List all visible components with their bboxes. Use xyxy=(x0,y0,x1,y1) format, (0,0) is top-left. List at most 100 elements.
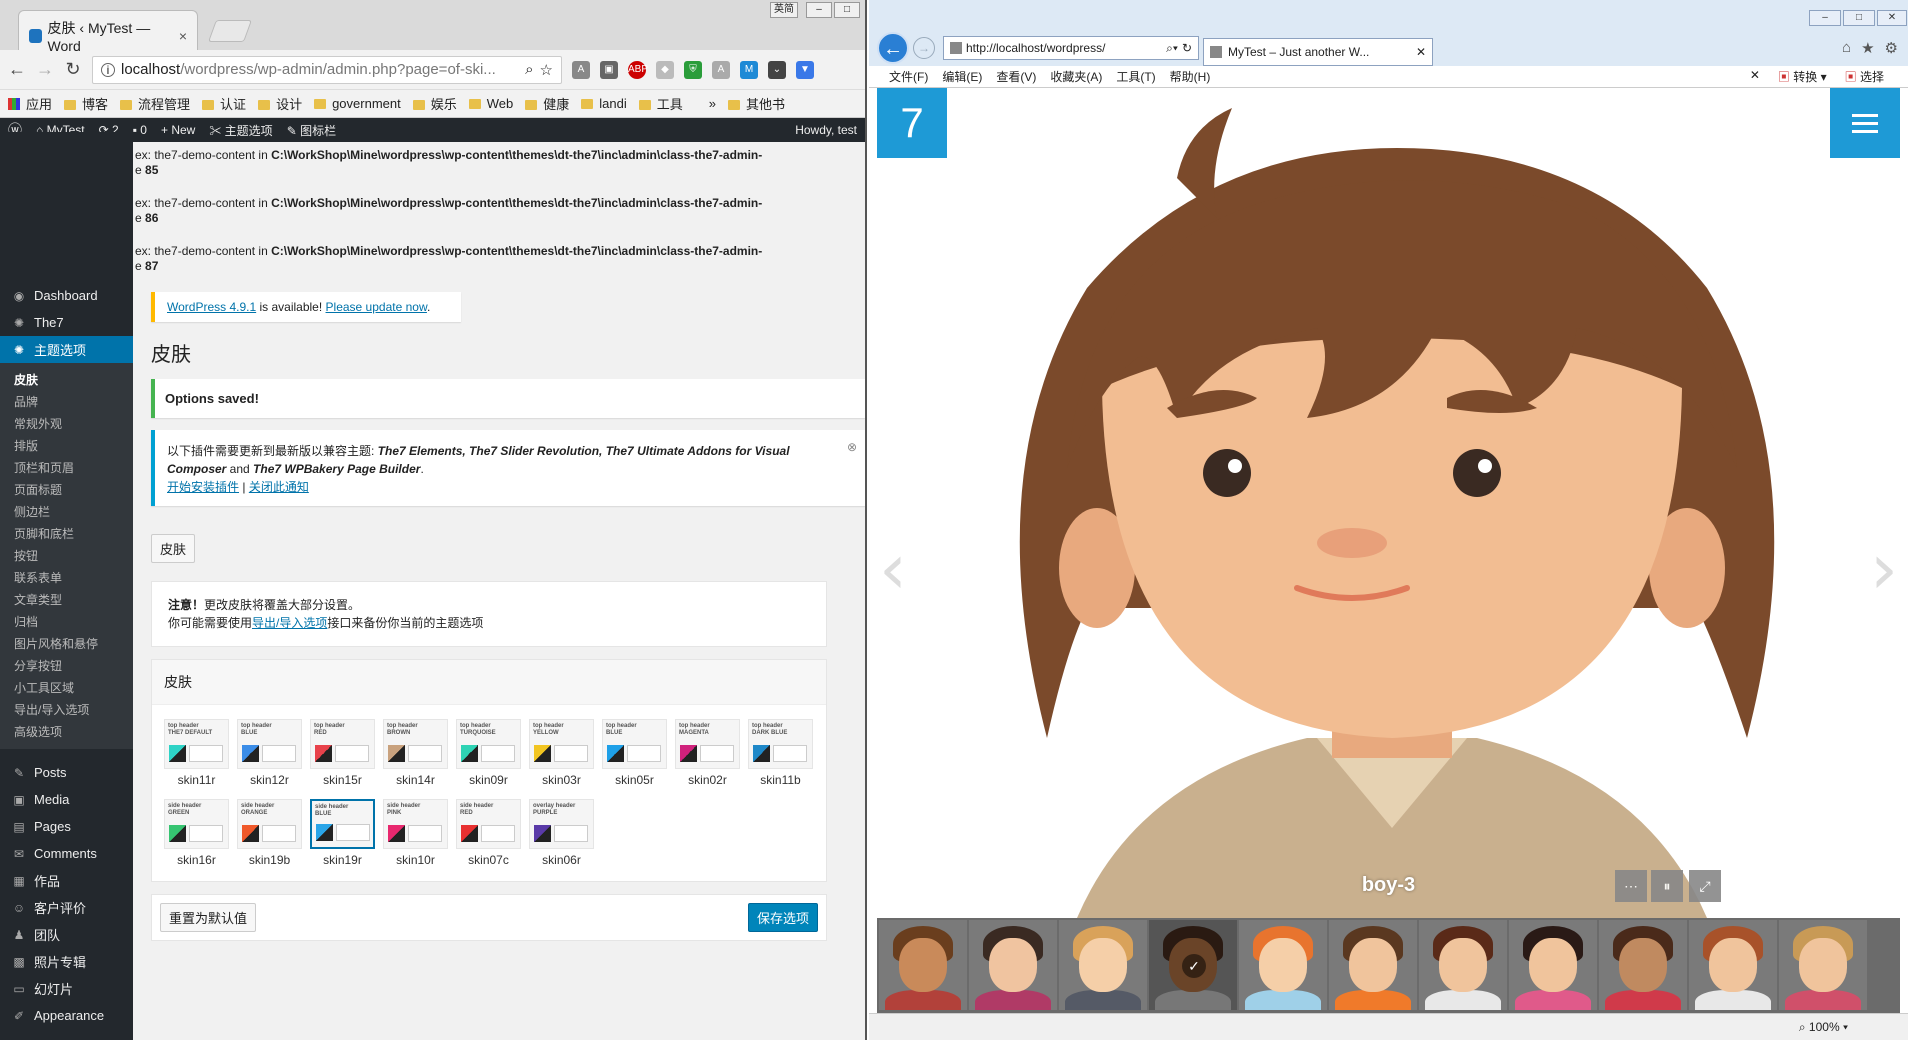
gear-icon[interactable]: ⚙ xyxy=(1885,39,1898,57)
submenu-item[interactable]: 顶栏和页眉 xyxy=(0,457,133,479)
prev-arrow-icon[interactable]: ‹ xyxy=(879,528,907,610)
skin-option[interactable]: top header DARK BLUE skin11b xyxy=(748,719,813,787)
submenu-item[interactable]: 侧边栏 xyxy=(0,501,133,523)
ext-icon[interactable]: ◆ xyxy=(656,60,674,79)
menu-testimonials[interactable]: ☺ 客户评价 xyxy=(0,894,133,921)
minimize-icon[interactable]: – xyxy=(1809,10,1841,26)
skin-option[interactable]: side header BLUE skin19r xyxy=(310,799,375,867)
version-link[interactable]: WordPress 4.9.1 xyxy=(167,300,256,314)
close-icon[interactable]: ✕ xyxy=(1877,10,1907,26)
forward-icon[interactable]: → xyxy=(36,59,54,80)
skin-option[interactable]: side header GREEN skin16r xyxy=(164,799,229,867)
pocket-icon[interactable]: ⌄ xyxy=(768,60,786,79)
gallery-thumbnail[interactable] xyxy=(969,920,1057,1010)
reset-defaults-button[interactable]: 重置为默认值 xyxy=(160,903,257,932)
zoom-level[interactable]: 100% xyxy=(1809,1020,1840,1034)
close-tab-icon[interactable]: ✕ xyxy=(1416,45,1426,59)
pause-icon[interactable]: ⏸ xyxy=(1651,870,1683,902)
menu-albums[interactable]: ▩ 照片专辑 xyxy=(0,948,133,975)
section-tab-skin[interactable]: 皮肤 xyxy=(151,534,196,563)
adblock-icon[interactable]: ABP xyxy=(628,60,648,79)
menu-comments[interactable]: ✉ Comments xyxy=(0,840,133,867)
gallery-thumbnail[interactable] xyxy=(1779,920,1867,1010)
minimize-icon[interactable]: – xyxy=(806,2,832,18)
menu-edit[interactable]: 编辑(E) xyxy=(942,68,982,85)
menu-appearance[interactable]: ✐ Appearance xyxy=(0,1002,133,1029)
submenu-item[interactable]: 导出/导入选项 xyxy=(0,699,133,721)
bookmark-folder[interactable]: 娱乐 xyxy=(412,94,457,113)
gallery-thumbnail[interactable] xyxy=(1599,920,1687,1010)
export-import-link[interactable]: 导出/导入选项 xyxy=(252,616,327,630)
menu-team[interactable]: ♟ 团队 xyxy=(0,921,133,948)
skin-option[interactable]: top header BLUE skin05r xyxy=(602,719,667,787)
skin-option[interactable]: top header THE7 DEFAULT skin11r xyxy=(164,719,229,787)
menu-pages[interactable]: ▤ Pages xyxy=(0,813,133,840)
update-now-link[interactable]: Please update now xyxy=(326,300,427,314)
submenu-item[interactable]: 常规外观 xyxy=(0,413,133,435)
ext-icon[interactable]: ▼ xyxy=(796,60,814,79)
menu-slideshows[interactable]: ▭ 幻灯片 xyxy=(0,975,133,1002)
reload-icon[interactable]: ↻ xyxy=(64,59,82,80)
submenu-item[interactable]: 按钮 xyxy=(0,545,133,567)
new-tab-button[interactable] xyxy=(207,20,253,42)
maximize-icon[interactable]: □ xyxy=(834,2,860,18)
select-button[interactable]: ▣ 选择 xyxy=(1845,68,1884,85)
skin-option[interactable]: top header RED skin15r xyxy=(310,719,375,787)
angular-ext-icon[interactable]: A xyxy=(572,60,590,79)
gallery-thumbnail[interactable]: ✓ xyxy=(1149,920,1237,1010)
submenu-item[interactable]: 分享按钮 xyxy=(0,655,133,677)
skin-option[interactable]: overlay header PURPLE skin06r xyxy=(529,799,594,867)
skin-option[interactable]: top header BROWN skin14r xyxy=(383,719,448,787)
star-icon[interactable]: ★ xyxy=(1861,39,1874,57)
address-bar[interactable]: i localhost/wordpress/wp-admin/admin.php… xyxy=(92,55,562,84)
menu-view[interactable]: 查看(V) xyxy=(996,68,1036,85)
gallery-thumbnail[interactable] xyxy=(1329,920,1417,1010)
home-icon[interactable]: ⌂ xyxy=(1842,39,1851,57)
menu-dashboard[interactable]: ◉ Dashboard xyxy=(0,282,133,309)
skin-option[interactable]: side header PINK skin10r xyxy=(383,799,448,867)
menu-the7[interactable]: ✺ The7 xyxy=(0,309,133,336)
skin-option[interactable]: side header ORANGE skin19b xyxy=(237,799,302,867)
bookmark-folder[interactable]: 工具 xyxy=(638,94,683,113)
bookmark-folder[interactable]: 流程管理 xyxy=(120,94,190,113)
menu-portfolio[interactable]: ▦ 作品 xyxy=(0,867,133,894)
ext-icon[interactable]: M xyxy=(740,60,758,79)
bookmark-folder[interactable]: landi xyxy=(581,96,627,111)
gallery-thumbnail[interactable] xyxy=(1419,920,1507,1010)
gallery-thumbnail[interactable] xyxy=(1509,920,1597,1010)
next-arrow-icon[interactable]: › xyxy=(1870,528,1898,610)
angular-ext-icon[interactable]: A xyxy=(712,60,730,79)
ie-address-bar[interactable]: http://localhost/wordpress/ ⌕▾ ↻ xyxy=(943,36,1199,60)
forward-icon[interactable]: → xyxy=(913,37,935,59)
bookmark-folder[interactable]: Web xyxy=(468,96,513,111)
submenu-item[interactable]: 联系表单 xyxy=(0,567,133,589)
bookmark-folder[interactable]: government xyxy=(314,96,401,111)
bookmark-apps[interactable]: 应用 xyxy=(8,94,52,113)
menu-media[interactable]: ▣ Media xyxy=(0,786,133,813)
skin-option[interactable]: top header BLUE skin12r xyxy=(237,719,302,787)
menu-tools[interactable]: 工具(T) xyxy=(1116,68,1155,85)
bookmark-folder[interactable]: 博客 xyxy=(64,94,108,113)
install-plugins-link[interactable]: 开始安装插件 xyxy=(167,480,239,494)
close-tab-icon[interactable]: × xyxy=(179,28,187,44)
star-icon[interactable]: ☆ xyxy=(540,61,553,79)
fullscreen-icon[interactable]: ⤢ xyxy=(1689,870,1721,902)
menu-posts[interactable]: ✎ Posts xyxy=(0,759,133,786)
skin-option[interactable]: side header RED skin07c xyxy=(456,799,521,867)
bookmark-folder[interactable]: 健康 xyxy=(525,94,569,113)
submenu-item[interactable]: 排版 xyxy=(0,435,133,457)
menu-theme-options[interactable]: ✺ 主题选项 xyxy=(0,336,133,363)
menu-favorites[interactable]: 收藏夹(A) xyxy=(1050,68,1102,85)
close-bar-icon[interactable]: ✕ xyxy=(1750,68,1760,85)
save-options-button[interactable]: 保存选项 xyxy=(747,903,818,932)
submenu-item[interactable]: 页面标题 xyxy=(0,479,133,501)
menu-help[interactable]: 帮助(H) xyxy=(1170,68,1211,85)
site-logo[interactable]: 7 xyxy=(877,88,947,158)
menu-icon[interactable] xyxy=(1830,88,1900,158)
skin-option[interactable]: top header MAGENTA skin02r xyxy=(675,719,740,787)
submenu-item[interactable]: 品牌 xyxy=(0,391,133,413)
shield-icon[interactable]: ⛨ xyxy=(684,60,702,79)
maximize-icon[interactable]: □ xyxy=(1843,10,1875,26)
skin-option[interactable]: top header TURQUOISE skin09r xyxy=(456,719,521,787)
bookmark-folder[interactable]: 认证 xyxy=(202,94,246,113)
